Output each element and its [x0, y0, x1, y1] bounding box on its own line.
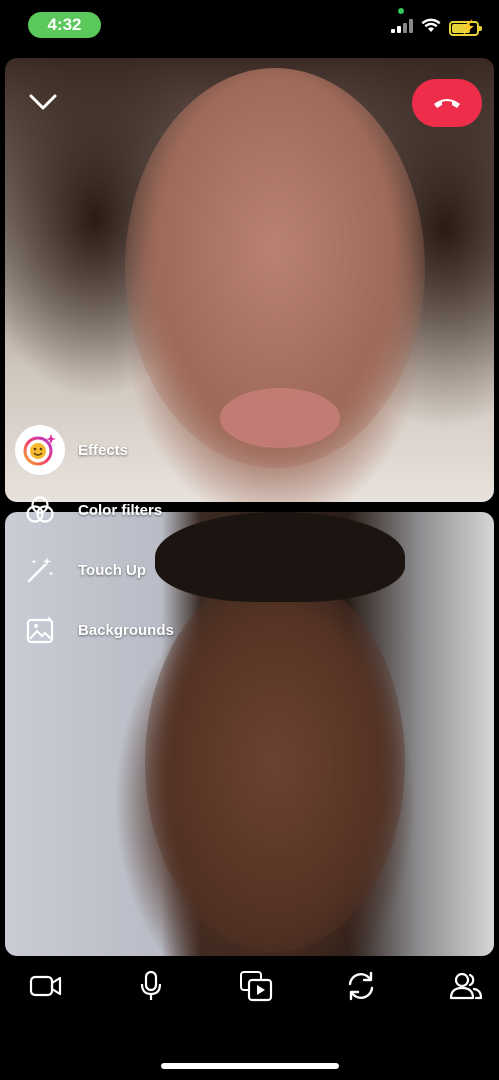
video-camera-icon	[29, 975, 62, 997]
remote-participant-mouth	[220, 388, 340, 448]
camera-in-use-indicator	[398, 8, 404, 14]
end-call-button[interactable]	[412, 79, 482, 127]
collapse-icon	[29, 94, 57, 110]
video-toggle-button[interactable]	[26, 966, 66, 1006]
menu-item-backgrounds[interactable]: Backgrounds	[14, 604, 174, 656]
share-media-button[interactable]	[236, 966, 276, 1006]
color-filters-icon	[14, 484, 66, 536]
menu-label-backgrounds: Backgrounds	[78, 621, 174, 639]
menu-label-color-filters: Color filters	[78, 501, 163, 519]
menu-item-color-filters[interactable]: Color filters	[14, 484, 162, 536]
backgrounds-icon	[14, 604, 66, 656]
status-bar: 4:32 ⚡	[0, 0, 499, 50]
home-indicator[interactable]	[161, 1063, 339, 1069]
status-time: 4:32	[28, 12, 101, 38]
flip-camera-icon	[348, 971, 374, 1001]
participants-button[interactable]	[446, 966, 486, 1006]
end-call-icon	[434, 99, 460, 108]
self-view-face	[145, 572, 405, 952]
menu-label-effects: Effects	[78, 441, 129, 459]
wifi-icon	[421, 18, 441, 38]
status-icons: ⚡	[391, 18, 482, 38]
participants-icon	[449, 972, 483, 1000]
menu-label-touch-up: Touch Up	[78, 561, 147, 579]
flip-camera-button[interactable]	[341, 966, 381, 1006]
menu-item-touch-up[interactable]: Touch Up	[14, 544, 146, 596]
menu-item-effects[interactable]: Effects	[14, 424, 128, 476]
call-controls-bar	[0, 960, 499, 1012]
mute-button[interactable]	[131, 966, 171, 1006]
effects-face-icon	[15, 425, 65, 475]
battery-charging-icon: ⚡	[449, 20, 482, 36]
share-media-icon	[240, 971, 273, 1002]
self-view-hair	[155, 512, 405, 602]
microphone-icon	[140, 970, 162, 1000]
collapse-button[interactable]	[28, 88, 58, 112]
signal-icon	[391, 18, 413, 38]
magic-wand-icon	[14, 544, 66, 596]
